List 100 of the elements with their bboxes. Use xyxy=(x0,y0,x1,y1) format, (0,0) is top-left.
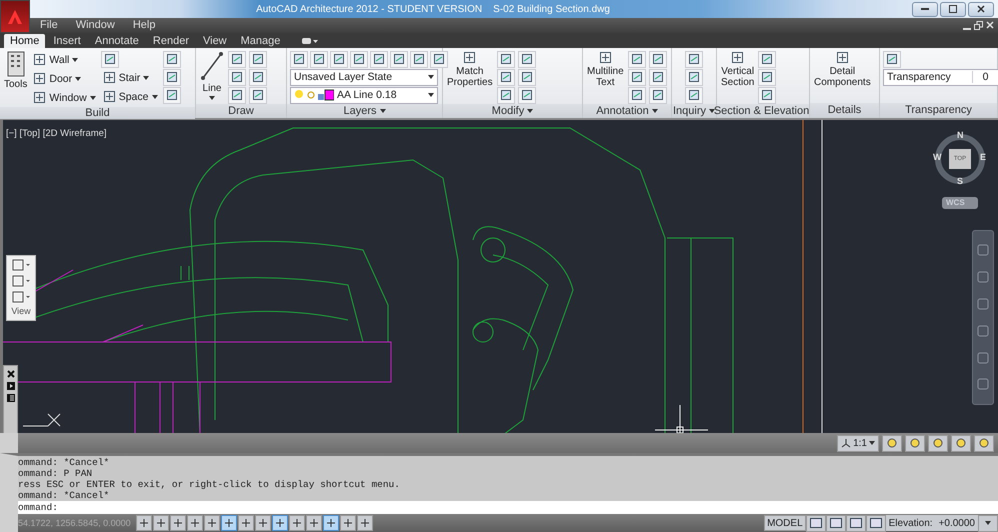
drafting-toggle-button[interactable] xyxy=(136,515,152,532)
tool-button[interactable] xyxy=(685,68,703,86)
view-tool-icon[interactable] xyxy=(11,258,31,272)
ribbon-tab[interactable]: Home xyxy=(4,34,46,48)
tool-button[interactable] xyxy=(430,50,448,68)
layout-button[interactable] xyxy=(866,514,886,532)
build-tool-button[interactable]: Wall xyxy=(31,50,98,69)
menu-item[interactable]: Help xyxy=(126,19,168,32)
tool-button[interactable] xyxy=(518,50,536,68)
drafting-toggle-button[interactable] xyxy=(238,515,254,532)
tool-button[interactable] xyxy=(758,50,776,68)
tool-button[interactable] xyxy=(228,50,246,68)
layout-button[interactable] xyxy=(826,514,846,532)
drafting-toggle-button[interactable] xyxy=(221,515,237,532)
menu-item[interactable]: File xyxy=(34,19,70,32)
tool-button[interactable] xyxy=(290,50,308,68)
tool-button[interactable] xyxy=(162,50,180,68)
tool-button[interactable] xyxy=(518,68,536,86)
annotation-tool-button[interactable] xyxy=(882,434,902,452)
drafting-toggle-button[interactable] xyxy=(170,515,186,532)
tool-button[interactable] xyxy=(249,50,267,68)
build-tool-button[interactable]: Stair xyxy=(100,68,160,87)
tool-button[interactable] xyxy=(310,50,328,68)
drafting-toggle-button[interactable] xyxy=(306,515,322,532)
drafting-toggle-button[interactable] xyxy=(255,515,271,532)
ribbon-large-button[interactable]: Multiline Text xyxy=(586,50,625,104)
tool-button[interactable] xyxy=(228,68,246,86)
tool-button[interactable] xyxy=(758,86,776,104)
tool-button[interactable] xyxy=(628,68,646,86)
tool-button[interactable] xyxy=(685,50,703,68)
drafting-toggle-button[interactable] xyxy=(272,515,288,532)
annotation-scale-button[interactable]: 1:1 xyxy=(837,434,879,452)
model-space-button[interactable]: MODEL xyxy=(764,515,806,532)
list-icon[interactable] xyxy=(6,394,14,402)
layer-state-dropdown[interactable]: Unsaved Layer State xyxy=(290,68,438,86)
command-input-field[interactable]: ommand: xyxy=(0,501,998,514)
drafting-toggle-button[interactable] xyxy=(340,515,356,532)
view-tool-icon[interactable] xyxy=(11,290,31,304)
annotation-tool-button[interactable] xyxy=(905,434,925,452)
tool-button[interactable] xyxy=(648,86,667,104)
ribbon-tab[interactable]: Insert xyxy=(47,34,87,48)
tool-button[interactable] xyxy=(628,86,646,104)
tool-button[interactable] xyxy=(249,86,267,104)
tool-button[interactable] xyxy=(100,50,119,68)
application-menu-button[interactable] xyxy=(0,0,30,33)
drafting-toggle-button[interactable] xyxy=(204,515,220,532)
minimize-button[interactable] xyxy=(912,2,938,16)
annotation-tool-button[interactable] xyxy=(928,434,948,452)
transparency-field[interactable]: Transparency 0 xyxy=(883,68,998,86)
build-tool-button[interactable]: Space xyxy=(100,88,160,106)
caret-icon xyxy=(380,108,386,113)
tool-button[interactable] xyxy=(648,68,667,86)
ribbon-tab[interactable]: View xyxy=(196,34,233,48)
layout-button[interactable] xyxy=(806,514,826,532)
tool-button[interactable] xyxy=(249,68,267,86)
ribbon-large-button[interactable]: Vertical Section xyxy=(720,50,756,104)
tool-button[interactable] xyxy=(883,50,901,68)
tool-button[interactable] xyxy=(685,86,703,104)
viewport-label[interactable]: [−] [Top] [2D Wireframe] xyxy=(6,128,107,139)
tool-button[interactable] xyxy=(350,50,368,68)
properties-icon[interactable] xyxy=(6,382,14,390)
layer-dropdown[interactable]: AA Line 0.18 xyxy=(290,86,438,104)
ribbon-tab[interactable]: Annotate xyxy=(88,34,145,48)
tool-button[interactable] xyxy=(330,50,348,68)
build-tool-button[interactable]: Door xyxy=(31,70,98,88)
layout-button[interactable] xyxy=(846,514,866,532)
tool-button[interactable] xyxy=(162,68,180,86)
annotation-tool-button[interactable] xyxy=(951,434,971,452)
ribbon-tab[interactable]: Render xyxy=(146,34,195,48)
tool-button[interactable] xyxy=(370,50,388,68)
view-tool-icon[interactable] xyxy=(11,274,31,288)
ribbon-large-button[interactable]: Detail Components xyxy=(813,50,872,103)
tool-button[interactable] xyxy=(162,86,180,104)
drafting-toggle-button[interactable] xyxy=(153,515,169,532)
ribbon-large-button[interactable]: Match Properties xyxy=(446,50,494,104)
drafting-toggle-button[interactable] xyxy=(323,515,339,532)
ribbon-tab[interactable]: Manage xyxy=(234,34,286,48)
restore-button[interactable] xyxy=(940,2,966,16)
menu-item[interactable]: Window xyxy=(70,19,127,32)
annotation-tool-button[interactable] xyxy=(974,434,994,452)
tool-button[interactable] xyxy=(648,50,667,68)
close-icon[interactable] xyxy=(6,370,14,378)
drafting-toggle-button[interactable] xyxy=(289,515,305,532)
tool-button[interactable] xyxy=(496,68,515,86)
tool-button[interactable] xyxy=(496,50,515,68)
tool-button[interactable] xyxy=(496,86,515,104)
tool-button[interactable] xyxy=(518,86,536,104)
close-button[interactable] xyxy=(968,2,994,16)
line-button[interactable]: Line xyxy=(199,50,225,104)
tool-button[interactable] xyxy=(390,50,408,68)
tool-icon xyxy=(761,53,774,66)
tool-button[interactable] xyxy=(628,50,646,68)
tools-button[interactable]: Tools xyxy=(3,50,28,107)
build-tool-button[interactable]: Window xyxy=(31,88,98,107)
drafting-toggle-button[interactable] xyxy=(187,515,203,532)
tool-button[interactable] xyxy=(228,86,246,104)
status-menu-button[interactable] xyxy=(978,514,998,532)
tool-button[interactable] xyxy=(758,68,776,86)
tool-button[interactable] xyxy=(410,50,428,68)
drafting-toggle-button[interactable] xyxy=(357,515,373,532)
